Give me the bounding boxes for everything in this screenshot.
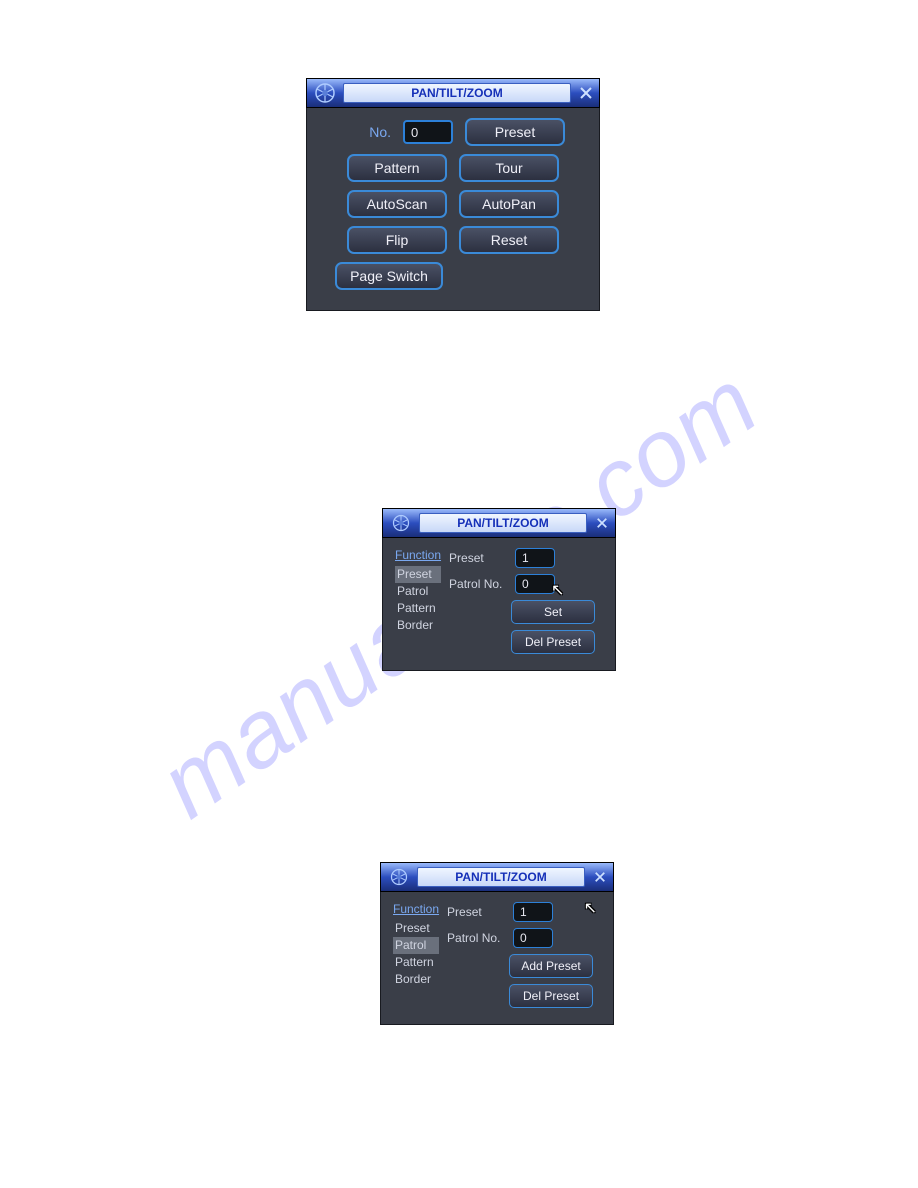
function-list: Function Preset Patrol Pattern Border <box>393 902 439 1008</box>
function-item-patrol[interactable]: Patrol <box>395 583 441 600</box>
patrol-input[interactable]: 0 <box>513 928 553 948</box>
set-button[interactable]: Set <box>511 600 595 624</box>
titlebar: PAN/TILT/ZOOM <box>382 508 616 538</box>
close-icon[interactable] <box>593 514 611 532</box>
ptz-panel-preset: PAN/TILT/ZOOM Function Preset Patrol Pat… <box>382 508 616 671</box>
reset-button[interactable]: Reset <box>459 226 559 254</box>
function-item-pattern[interactable]: Pattern <box>393 954 439 971</box>
del-preset-button[interactable]: Del Preset <box>511 630 595 654</box>
function-item-preset[interactable]: Preset <box>395 566 441 583</box>
autoscan-button[interactable]: AutoScan <box>347 190 447 218</box>
function-header: Function <box>395 548 441 562</box>
close-icon[interactable] <box>577 84 595 102</box>
panel-body: ↖ Function Preset Patrol Pattern Border … <box>380 892 614 1025</box>
no-label: No. <box>341 124 391 140</box>
function-list: Function Preset Patrol Pattern Border <box>395 548 441 654</box>
preset-input[interactable]: 1 <box>513 902 553 922</box>
titlebar: PAN/TILT/ZOOM <box>380 862 614 892</box>
preset-input[interactable]: 1 <box>515 548 555 568</box>
del-preset-button[interactable]: Del Preset <box>509 984 593 1008</box>
function-header: Function <box>393 902 439 916</box>
panel-body: Function Preset Patrol Pattern Border Pr… <box>382 538 616 671</box>
patrol-field-label: Patrol No. <box>447 931 507 945</box>
flip-button[interactable]: Flip <box>347 226 447 254</box>
autopan-button[interactable]: AutoPan <box>459 190 559 218</box>
ptz-panel-patrol: PAN/TILT/ZOOM ↖ Function Preset Patrol P… <box>380 862 614 1025</box>
pattern-button[interactable]: Pattern <box>347 154 447 182</box>
title-text: PAN/TILT/ZOOM <box>419 513 587 533</box>
app-icon <box>311 80 339 106</box>
function-item-preset[interactable]: Preset <box>393 920 439 937</box>
app-icon <box>385 864 413 890</box>
function-item-border[interactable]: Border <box>393 971 439 988</box>
ptz-panel-main: PAN/TILT/ZOOM No. 0 Preset Pattern Tour … <box>306 78 600 311</box>
function-item-border[interactable]: Border <box>395 617 441 634</box>
page-switch-button[interactable]: Page Switch <box>335 262 443 290</box>
titlebar: PAN/TILT/ZOOM <box>306 78 600 108</box>
app-icon <box>387 510 415 536</box>
close-icon[interactable] <box>591 868 609 886</box>
title-text: PAN/TILT/ZOOM <box>343 83 571 103</box>
panel-body: No. 0 Preset Pattern Tour AutoScan AutoP… <box>306 108 600 311</box>
patrol-field-label: Patrol No. <box>449 577 509 591</box>
no-input[interactable]: 0 <box>403 120 453 144</box>
function-item-patrol[interactable]: Patrol <box>393 937 439 954</box>
tour-button[interactable]: Tour <box>459 154 559 182</box>
function-item-pattern[interactable]: Pattern <box>395 600 441 617</box>
preset-button[interactable]: Preset <box>465 118 565 146</box>
patrol-input[interactable]: 0 <box>515 574 555 594</box>
title-text: PAN/TILT/ZOOM <box>417 867 585 887</box>
settings-column: Preset 1 Patrol No. 0 Add Preset Del Pre… <box>447 902 601 1008</box>
add-preset-button[interactable]: Add Preset <box>509 954 593 978</box>
preset-field-label: Preset <box>447 905 507 919</box>
preset-field-label: Preset <box>449 551 509 565</box>
settings-column: Preset 1 Patrol No. 0 ↖ Set Del Preset <box>449 548 603 654</box>
